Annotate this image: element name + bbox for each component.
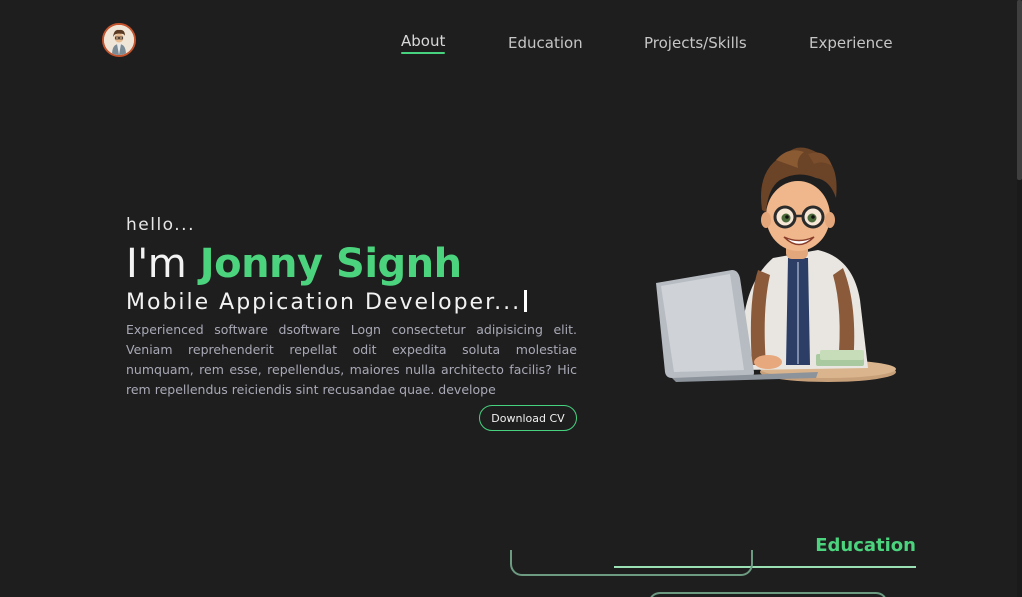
nav-link-education[interactable]: Education xyxy=(508,34,583,52)
hero-name: Jonny Signh xyxy=(199,241,462,287)
scrollbar-track[interactable] xyxy=(1017,0,1022,597)
education-card xyxy=(510,550,753,576)
nav-link-projects-skills[interactable]: Projects/Skills xyxy=(644,34,747,52)
nav-link-experience[interactable]: Experience xyxy=(809,34,893,52)
hero-bio: Experienced software dsoftware Logn cons… xyxy=(126,322,577,397)
typing-caret xyxy=(524,290,528,312)
hero-role: Mobile Appication Developer... xyxy=(126,290,528,315)
developer-with-laptop-icon xyxy=(648,140,908,385)
education-card xyxy=(648,592,888,597)
scrollbar-thumb[interactable] xyxy=(1017,0,1022,180)
hero-heading: I'm Jonny Signh xyxy=(126,241,462,287)
main-nav: About Education Projects/Skills Experien… xyxy=(0,32,1022,62)
education-section-title: Education xyxy=(815,535,916,556)
hero-name-prefix: I'm xyxy=(126,241,187,287)
download-cv-button[interactable]: Download CV xyxy=(479,405,577,431)
active-nav-underline xyxy=(401,52,446,54)
nav-link-label: About xyxy=(401,32,446,50)
nav-link-label: Experience xyxy=(809,34,893,52)
portfolio-page: About Education Projects/Skills Experien… xyxy=(0,0,1022,597)
nav-link-label: Projects/Skills xyxy=(644,34,747,52)
hero-role-text: Mobile Appication Developer... xyxy=(126,290,522,315)
nav-link-label: Education xyxy=(508,34,583,52)
hero-greeting: hello... xyxy=(126,215,195,235)
nav-link-about[interactable]: About xyxy=(401,32,446,54)
